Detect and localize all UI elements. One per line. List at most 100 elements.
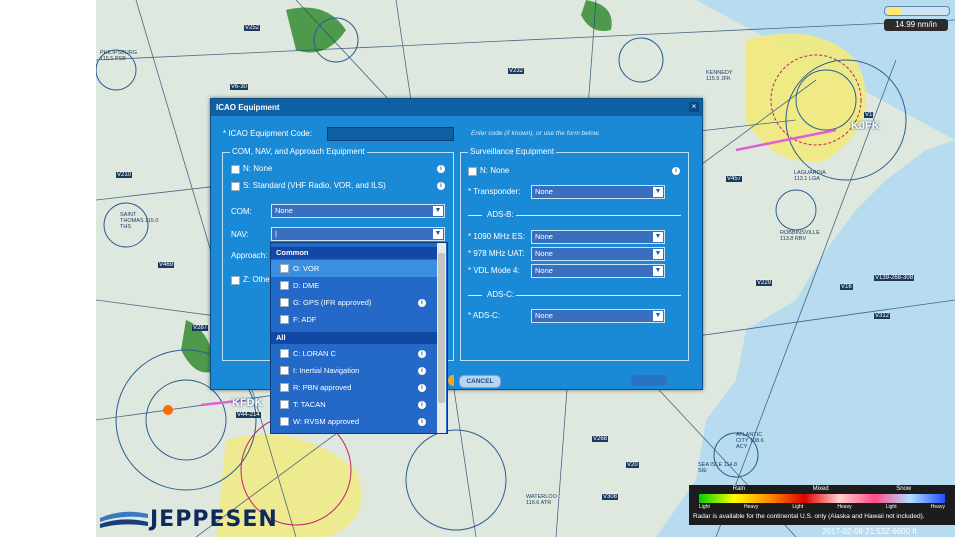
airway-label: V312 <box>874 313 891 319</box>
dropdown-item[interactable]: O: VOR <box>271 260 437 277</box>
dropdown-item[interactable]: C: LORAN C i <box>271 345 437 362</box>
info-icon[interactable]: i <box>418 367 426 375</box>
dialog-title: ICAO Equipment <box>211 99 702 116</box>
vor-label: WATERLOO 116.6 ATR <box>526 494 557 506</box>
airway-label: V16 <box>840 284 853 290</box>
checkbox[interactable] <box>280 315 289 324</box>
divider <box>516 295 681 296</box>
radar-note: Radar is available for the continental U… <box>693 513 925 520</box>
transponder-label: * Transponder: <box>468 187 521 196</box>
close-icon[interactable]: × <box>689 102 699 112</box>
radar-tick: Light <box>792 504 804 510</box>
transponder-select[interactable]: None ▼ <box>531 185 665 199</box>
dropdown-item-label: F: ADF <box>293 315 317 324</box>
vor-label: ROBBINSVILLE 113.8 RBV <box>780 230 820 242</box>
nav-dropdown-list[interactable]: Common O: VOR D: DME G: GPS (IFR approve… <box>270 242 448 434</box>
adsb-title: ADS-B: <box>487 210 514 219</box>
airway-label: V229 <box>756 280 773 286</box>
checkbox-n-none[interactable] <box>231 165 240 174</box>
radar-category-rain: Rain <box>732 486 746 492</box>
checkbox[interactable] <box>280 264 289 273</box>
info-icon[interactable]: i <box>418 418 426 426</box>
dropdown-scrollbar[interactable] <box>437 243 446 433</box>
adsc-value: None <box>535 311 553 320</box>
label-z-other: Z: Othe <box>243 275 270 284</box>
checkbox[interactable] <box>280 281 289 290</box>
radar-tick: Heavy <box>930 504 945 510</box>
radar-legend: Rain Mixed Snow Light Heavy Light Heavy … <box>689 485 955 525</box>
nav-select[interactable]: | ▼ <box>271 227 445 241</box>
label-n-none: N: None <box>243 164 273 173</box>
info-icon[interactable]: i <box>418 401 426 409</box>
dropdown-item-label: W: RVSM approved <box>293 417 360 426</box>
done-button[interactable] <box>631 375 667 386</box>
checkbox[interactable] <box>280 400 289 409</box>
chevron-down-icon[interactable]: ▼ <box>433 229 443 239</box>
checkbox-s-standard[interactable] <box>231 182 240 191</box>
map-timestamp: 2017-02-08 21:53Z 6600 ft <box>822 527 917 536</box>
airport-label-kfdk[interactable]: KFDK <box>232 397 263 409</box>
airway-label: V469 <box>158 262 175 268</box>
divider <box>468 295 482 296</box>
uat-label: * 978 MHz UAT: <box>468 249 525 258</box>
airway-label: V6-30 <box>230 84 249 90</box>
scrollbar-thumb[interactable] <box>438 253 445 403</box>
vor-label: SAINT THOMAS 115.0 THS <box>120 212 159 230</box>
dropdown-item-label: C: LORAN C <box>293 349 336 358</box>
dropdown-item[interactable]: I: Inertial Navigation i <box>271 362 437 379</box>
airway-label: V252 <box>244 25 261 31</box>
vdl-select[interactable]: None ▼ <box>531 264 665 278</box>
radar-category-mixed: Mixed <box>812 486 829 492</box>
es-label: * 1090 MHz ES: <box>468 232 525 241</box>
info-icon[interactable]: i <box>418 384 426 392</box>
chevron-down-icon[interactable]: ▼ <box>653 187 663 197</box>
ok-button[interactable] <box>448 375 454 386</box>
checkbox[interactable] <box>280 298 289 307</box>
chevron-down-icon[interactable]: ▼ <box>653 249 663 259</box>
info-icon[interactable]: i <box>418 350 426 358</box>
checkbox[interactable] <box>280 349 289 358</box>
chevron-down-icon[interactable]: ▼ <box>653 266 663 276</box>
label-s-standard: S: Standard (VHF Radio, VOR, and ILS) <box>243 181 386 190</box>
chevron-down-icon[interactable]: ▼ <box>433 206 443 216</box>
vdl-label: * VDL Mode 4: <box>468 266 520 275</box>
nav-select-value: | <box>275 229 277 238</box>
zoom-slider[interactable] <box>884 6 950 16</box>
checkbox-z-other[interactable] <box>231 276 240 285</box>
airway-label: V210 <box>116 172 133 178</box>
vor-label: ATLANTIC CITY 108.6 ACY <box>736 432 764 450</box>
adsc-select[interactable]: None ▼ <box>531 309 665 323</box>
checkbox[interactable] <box>280 383 289 392</box>
info-icon[interactable]: i <box>672 167 680 175</box>
dropdown-item[interactable]: W: RVSM approved i <box>271 413 437 430</box>
info-icon[interactable]: i <box>437 165 445 173</box>
zoom-control[interactable]: 14.99 nm/in <box>882 4 950 32</box>
airway-label: V287 <box>192 325 209 331</box>
checkbox[interactable] <box>280 366 289 375</box>
dropdown-item[interactable]: F: ADF <box>271 311 437 328</box>
dropdown-item-label: T: TACAN <box>293 400 326 409</box>
com-select[interactable]: None ▼ <box>271 204 445 218</box>
icao-code-input[interactable] <box>327 127 454 141</box>
label-surv-none: N: None <box>480 166 510 175</box>
dropdown-group-all: All <box>271 332 437 344</box>
radar-color-bar <box>699 494 945 503</box>
dropdown-item-label: R: PBN approved <box>293 383 352 392</box>
dropdown-item[interactable]: D: DME <box>271 277 437 294</box>
checkbox[interactable] <box>280 417 289 426</box>
zoom-slider-knob[interactable] <box>887 7 901 15</box>
dropdown-item[interactable]: G: GPS (IFR approved) i <box>271 294 437 311</box>
airport-label-kjfk[interactable]: KJFK <box>851 120 880 132</box>
radar-category-snow: Snow <box>896 486 912 492</box>
es-select[interactable]: None ▼ <box>531 230 665 244</box>
checkbox-surv-none[interactable] <box>468 167 477 176</box>
uat-value: None <box>535 249 553 258</box>
dropdown-item[interactable]: R: PBN approved i <box>271 379 437 396</box>
dropdown-item[interactable]: T: TACAN i <box>271 396 437 413</box>
uat-select[interactable]: None ▼ <box>531 247 665 261</box>
chevron-down-icon[interactable]: ▼ <box>653 232 663 242</box>
cancel-button[interactable]: CANCEL <box>459 375 501 388</box>
info-icon[interactable]: i <box>437 182 445 190</box>
chevron-down-icon[interactable]: ▼ <box>653 311 663 321</box>
info-icon[interactable]: i <box>418 299 426 307</box>
